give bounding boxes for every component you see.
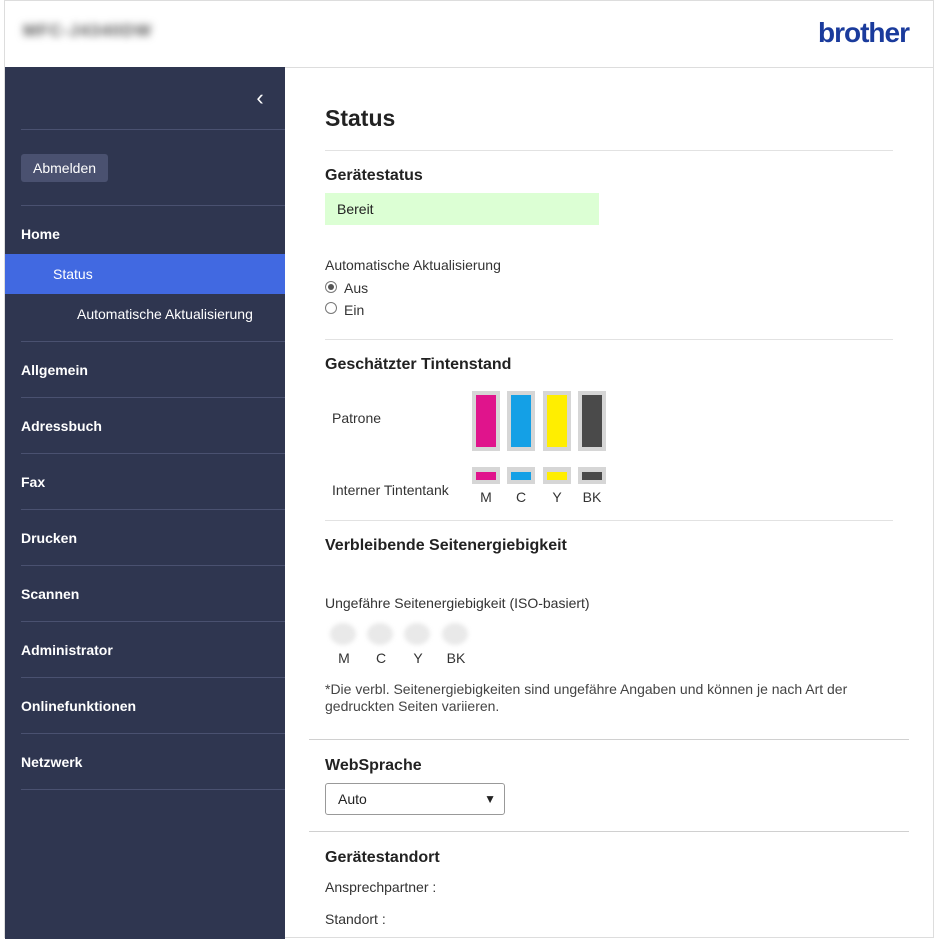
auto-update-off-radio[interactable] — [325, 281, 337, 293]
yield-label-bk: BK — [446, 650, 466, 666]
main-content: Status Gerätestatus Bereit Automatische … — [285, 67, 933, 939]
divider — [21, 733, 285, 734]
model-name: MFC-J4340DW — [23, 21, 153, 40]
device-status-heading: Gerätestatus — [325, 167, 423, 184]
logout-button[interactable]: Abmelden — [21, 154, 109, 182]
yield-value-bk — [442, 623, 468, 645]
sidebar-item-online-functions[interactable]: Onlinefunktionen — [5, 686, 285, 726]
auto-update-off-label[interactable]: Aus — [344, 280, 368, 296]
sidebar-item-status[interactable]: Status — [5, 254, 285, 294]
sidebar-item-administrator[interactable]: Administrator — [5, 630, 285, 670]
divider — [21, 677, 285, 678]
divider — [21, 205, 285, 206]
divider — [21, 509, 285, 510]
yield-value-c — [367, 623, 393, 645]
yellow-tank — [543, 467, 571, 484]
collapse-sidebar-icon[interactable]: ‹ — [250, 85, 270, 110]
contact-label: Ansprechpartner : — [325, 879, 437, 895]
auto-update-on-radio[interactable] — [325, 302, 337, 314]
web-language-select[interactable]: Auto ▼ — [325, 783, 505, 815]
ink-label-c: C — [515, 489, 527, 505]
sidebar-item-general[interactable]: Allgemein — [5, 350, 285, 390]
ink-label-m: M — [480, 489, 492, 505]
yield-label-y: Y — [413, 650, 423, 666]
divider — [21, 621, 285, 622]
web-language-value: Auto — [338, 791, 367, 807]
sidebar-item-home[interactable]: Home — [5, 214, 285, 254]
page-yield-note: *Die verbl. Seitenergiebigkeiten sind un… — [325, 681, 848, 714]
page-yield-heading: Verbleibende Seitenergiebigkeit — [325, 537, 567, 554]
ink-label-bk: BK — [582, 489, 602, 505]
browser-frame: MFC-J4340DW brother ‹ Abmelden Home Stat… — [4, 0, 934, 939]
divider — [21, 453, 285, 454]
black-tank — [578, 467, 606, 484]
divider — [325, 520, 893, 521]
sidebar-item-auto-update[interactable]: Automatische Aktualisierung — [5, 294, 285, 334]
yellow-cartridge — [543, 391, 571, 451]
device-status-badge: Bereit — [325, 193, 599, 225]
divider — [21, 341, 285, 342]
ink-label-y: Y — [552, 489, 562, 505]
divider — [325, 339, 893, 340]
divider — [21, 789, 285, 790]
cyan-tank — [507, 467, 535, 484]
sidebar-item-print[interactable]: Drucken — [5, 518, 285, 558]
divider — [21, 565, 285, 566]
sidebar-item-scan[interactable]: Scannen — [5, 574, 285, 614]
chevron-down-icon: ▼ — [484, 792, 496, 806]
magenta-cartridge — [472, 391, 500, 451]
cyan-cartridge — [507, 391, 535, 451]
internal-tank-label: Interner Tintentank — [332, 482, 449, 498]
top-bar: MFC-J4340DW brother — [5, 1, 933, 68]
yield-value-y — [404, 623, 430, 645]
web-language-heading: WebSprache — [325, 757, 422, 774]
divider — [21, 129, 285, 130]
page-yield-sublabel: Ungefähre Seitenergiebigkeit (ISO-basier… — [325, 595, 590, 611]
sidebar-item-fax[interactable]: Fax — [5, 462, 285, 502]
cartridge-label: Patrone — [332, 410, 382, 426]
black-cartridge — [578, 391, 606, 451]
sidebar-item-address-book[interactable]: Adressbuch — [5, 406, 285, 446]
divider — [309, 739, 909, 740]
divider — [309, 831, 909, 832]
page-title: Status — [325, 105, 396, 131]
yield-label-c: C — [375, 650, 387, 666]
auto-update-label: Automatische Aktualisierung — [325, 257, 501, 273]
divider — [21, 397, 285, 398]
ink-level-heading: Geschätzter Tintenstand — [325, 356, 512, 373]
location-label: Standort : — [325, 911, 386, 927]
sidebar: ‹ Abmelden Home Status Automatische Aktu… — [5, 67, 285, 939]
yield-value-m — [330, 623, 356, 645]
yield-label-m: M — [338, 650, 350, 666]
magenta-tank — [472, 467, 500, 484]
sidebar-item-network[interactable]: Netzwerk — [5, 742, 285, 782]
device-location-heading: Gerätestandort — [325, 849, 440, 866]
brother-logo[interactable]: brother — [818, 17, 910, 49]
divider — [325, 150, 893, 151]
auto-update-on-label[interactable]: Ein — [344, 302, 364, 318]
